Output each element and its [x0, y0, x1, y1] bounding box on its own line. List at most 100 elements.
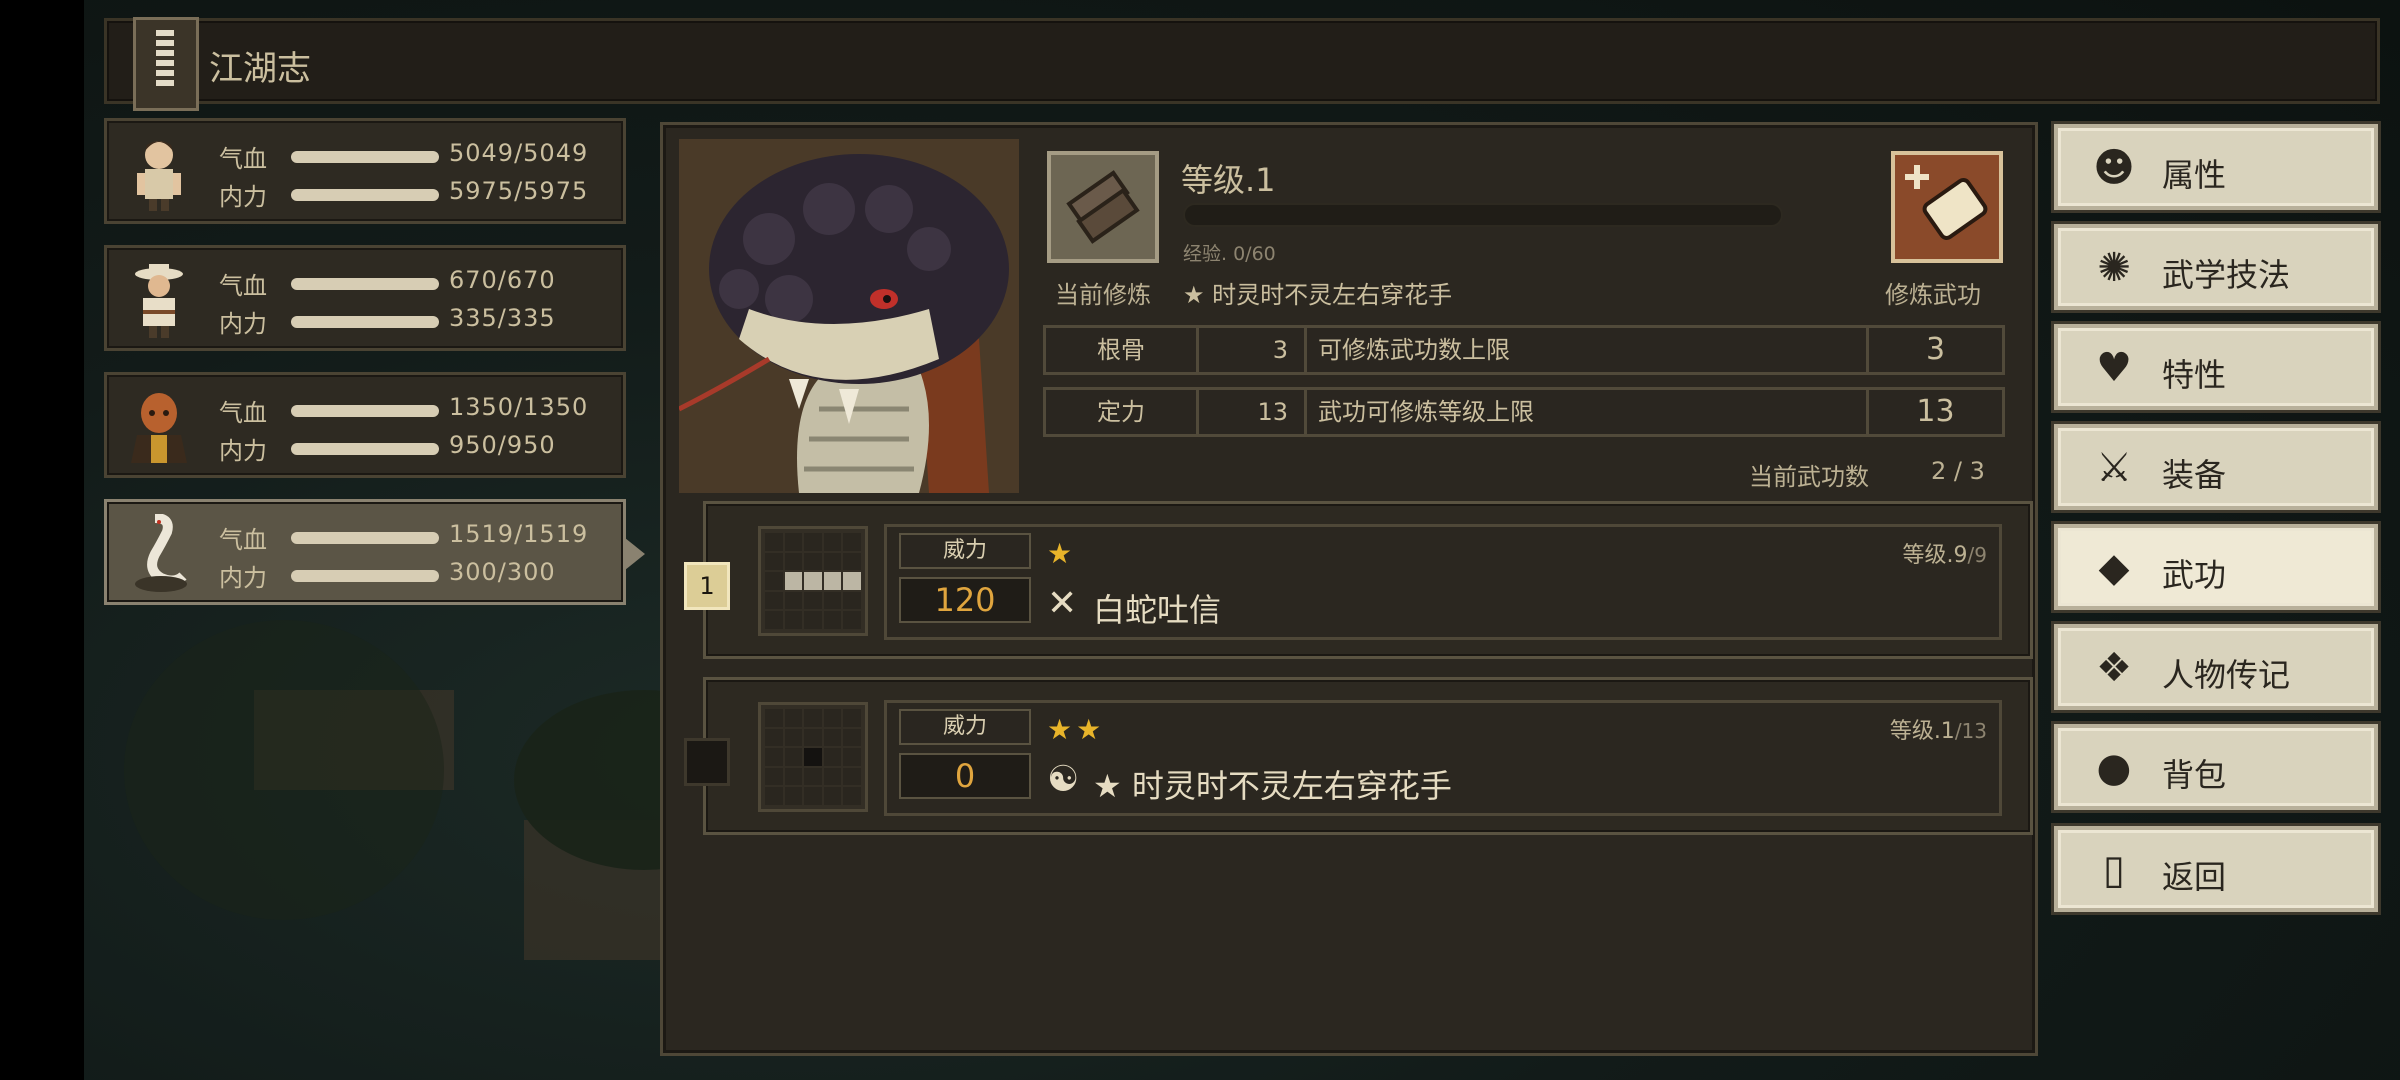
stat-value: 13: [1257, 398, 1288, 426]
menu-traits-button[interactable]: ♥ 特性: [2054, 324, 2378, 410]
stat-row-focus: 定力 13 武功可修炼等级上限 13: [1043, 387, 2005, 437]
skill-pattern-grid: [758, 702, 868, 812]
skill-name: ★ 时灵时不灵左右穿花手: [1093, 767, 1452, 805]
party-member-1[interactable]: 气血 5049/5049 内力 5975/5975: [104, 118, 626, 224]
mp-value: 5975/5975: [449, 177, 589, 205]
exp-bar: [1183, 203, 1783, 227]
stat-name: 根骨: [1097, 336, 1145, 364]
mp-bar: [291, 570, 439, 582]
hero-portrait: [137, 141, 181, 211]
menu-equipment-button[interactable]: ⚔ 装备: [2054, 424, 2378, 510]
power-value: 120: [899, 577, 1031, 623]
mp-bar: [291, 189, 439, 201]
stat-desc: 可修炼武功数上限: [1318, 336, 1510, 364]
selected-pointer-icon: [625, 538, 645, 570]
menu-techniques-button[interactable]: ✺ 武学技法: [2054, 224, 2378, 310]
power-label: 威力: [899, 709, 1031, 745]
hp-bar: [291, 532, 439, 544]
sword-icon: ⚔: [2096, 445, 2132, 491]
menu-label: 背包: [2162, 756, 2227, 794]
stat-name: 定力: [1097, 398, 1145, 426]
scroll-icon: [1066, 170, 1140, 244]
current-manual-slot[interactable]: [1047, 151, 1159, 263]
add-manual-icon: [1905, 165, 1988, 240]
book-icon: ◆: [2098, 545, 2130, 591]
martial-arts-panel: 等级.1 经验. 0/60 当前修炼 ★ 时灵时不灵左右穿花手 修炼武功 根骨 …: [660, 122, 2038, 1056]
skill-row[interactable]: 威力 0 ★★ ☯ ★ 时灵时不灵左右穿花手 等级.1/13: [684, 677, 2033, 835]
cultivation-level: 等级.1: [1181, 161, 1276, 199]
stat-row-bone: 根骨 3 可修炼武功数上限 3: [1043, 325, 2005, 375]
empty-slot-badge[interactable]: [684, 738, 730, 786]
yin-yang-icon: ☯: [1047, 759, 1080, 800]
person-icon: ☻: [2093, 145, 2135, 191]
menu-label: 人物传记: [2162, 656, 2291, 694]
skill-pattern-grid: [758, 526, 868, 636]
mp-label: 内力: [219, 183, 267, 211]
mp-label: 内力: [219, 564, 267, 592]
train-skill-button[interactable]: [1891, 151, 2003, 263]
current-training-value: ★ 时灵时不灵左右穿花手: [1183, 281, 1453, 309]
mp-label: 内力: [219, 437, 267, 465]
monk-portrait: [131, 393, 187, 463]
skill-count-label: 当前武功数: [1749, 463, 1869, 491]
skill-level: 等级.1/13: [1889, 719, 1987, 744]
skill-info: 威力 120 ★ ✕ 白蛇吐信 等级.9/9: [884, 524, 2002, 640]
mp-bar: [291, 316, 439, 328]
power-value: 0: [899, 753, 1031, 799]
hp-label: 气血: [219, 399, 267, 427]
star-rating-icon: ★★: [1047, 713, 1106, 746]
page-title: 江湖志: [209, 49, 311, 89]
party-member-4[interactable]: 气血 1519/1519 内力 300/300: [104, 499, 645, 605]
hp-bar: [291, 278, 439, 290]
party-member-3[interactable]: 气血 1350/1350 内力 950/950: [104, 372, 626, 478]
menu-biography-button[interactable]: ❖ 人物传记: [2054, 624, 2378, 710]
menu-back-button[interactable]: ▯ 返回: [2054, 826, 2378, 912]
hp-bar: [291, 151, 439, 163]
equipped-slot-badge[interactable]: 1: [684, 562, 730, 610]
hp-label: 气血: [219, 526, 267, 554]
hp-value: 670/670: [449, 266, 556, 294]
door-icon: ▯: [2102, 847, 2125, 893]
stat-value: 3: [1272, 336, 1288, 364]
mp-value: 950/950: [449, 431, 556, 459]
power-label: 威力: [899, 533, 1031, 569]
mp-value: 335/335: [449, 304, 556, 332]
scroll-icon: ❖: [2096, 645, 2132, 691]
stat-desc: 武功可修炼等级上限: [1318, 398, 1534, 426]
hp-value: 1519/1519: [449, 520, 589, 548]
menu-label: 特性: [2162, 356, 2227, 394]
title-bar: 江湖志: [104, 17, 2380, 111]
old-man-portrait: [135, 264, 183, 338]
menu-martial-arts-button[interactable]: ◆ 武功: [2054, 524, 2378, 610]
skill-row[interactable]: 1 威力 120 ★ ✕ 白蛇吐信 等级.9/9: [684, 501, 2033, 659]
blade-icon: ✕: [1047, 583, 1078, 624]
bag-icon: ●: [2096, 745, 2132, 791]
skill-name: 白蛇吐信: [1093, 591, 1222, 629]
menu-label: 武学技法: [2162, 256, 2291, 294]
train-skill-label: 修炼武功: [1885, 281, 1981, 309]
mp-label: 内力: [219, 310, 267, 338]
exp-text: 经验. 0/60: [1183, 243, 1276, 265]
stat-cap: 3: [1925, 332, 1946, 367]
hp-bar: [291, 405, 439, 417]
star-rating-icon: ★: [1047, 537, 1077, 570]
skill-info: 威力 0 ★★ ☯ ★ 时灵时不灵左右穿花手 等级.1/13: [884, 700, 2002, 816]
menu-label: 武功: [2162, 556, 2227, 594]
hp-label: 气血: [219, 145, 267, 173]
hp-label: 气血: [219, 272, 267, 300]
skill-level: 等级.9/9: [1902, 543, 1987, 568]
snake-portrait: [135, 514, 187, 592]
character-illustration: [679, 139, 1019, 493]
journal-book-icon: [133, 17, 199, 111]
menu-label: 返回: [2162, 858, 2227, 896]
menu-inventory-button[interactable]: ● 背包: [2054, 724, 2378, 810]
heart-person-icon: ♥: [2096, 345, 2132, 391]
hp-value: 5049/5049: [449, 139, 589, 167]
mp-value: 300/300: [449, 558, 556, 586]
stat-cap: 13: [1916, 394, 1955, 429]
menu-attributes-button[interactable]: ☻ 属性: [2054, 124, 2378, 210]
current-training-label: 当前修炼: [1055, 281, 1151, 309]
mp-bar: [291, 443, 439, 455]
menu-label: 装备: [2162, 456, 2227, 494]
party-member-2[interactable]: 气血 670/670 内力 335/335: [104, 245, 626, 351]
